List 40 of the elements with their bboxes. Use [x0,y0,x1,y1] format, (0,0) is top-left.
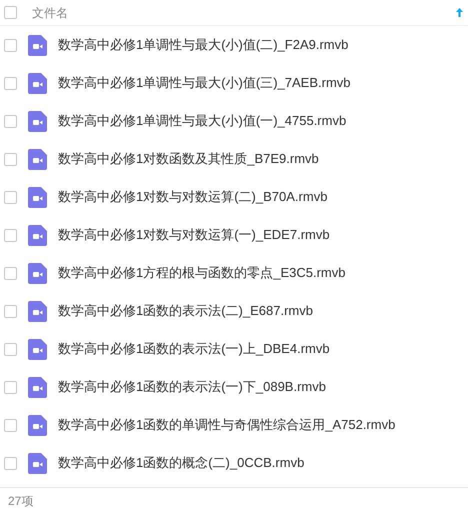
sort-up-arrow-icon[interactable] [456,8,463,17]
checkbox[interactable] [4,266,17,280]
checkbox[interactable] [4,456,17,470]
video-file-icon [28,186,47,208]
file-name[interactable]: 数学高中必修1函数的单调性与奇偶性综合运用_A752.rmvb [58,415,396,435]
file-name[interactable]: 数学高中必修1对数与对数运算(一)_EDE7.rmvb [58,225,330,245]
video-file-icon [28,148,47,170]
file-name[interactable]: 数学高中必修1方程的根与函数的零点_E3C5.rmvb [58,263,346,283]
checkbox[interactable] [4,190,17,204]
checkbox[interactable] [4,304,17,318]
file-name[interactable]: 数学高中必修1单调性与最大(小)值(三)_7AEB.rmvb [58,73,351,93]
checkbox[interactable] [4,342,17,356]
checkbox[interactable] [4,6,17,19]
file-name[interactable]: 数学高中必修1函数的表示法(一)上_DBE4.rmvb [58,339,330,359]
checkbox[interactable] [4,76,17,90]
file-name[interactable]: 数学高中必修1函数的表示法(一)下_089B.rmvb [58,377,326,397]
item-count: 27项 [8,493,34,510]
video-file-icon [28,338,47,360]
file-name[interactable]: 数学高中必修1单调性与最大(小)值(一)_4755.rmvb [58,111,346,131]
checkbox[interactable] [4,418,17,432]
video-file-icon [28,376,47,398]
file-name[interactable]: 数学高中必修1函数的表示法(二)_E687.rmvb [58,301,313,321]
video-file-icon [28,72,47,94]
checkbox[interactable] [4,228,17,242]
file-name[interactable]: 数学高中必修1对数函数及其性质_B7E9.rmvb [58,149,319,169]
video-file-icon [28,414,47,436]
video-file-icon [28,452,47,474]
video-file-icon [28,262,47,284]
video-file-icon [28,224,47,246]
file-name[interactable]: 数学高中必修1函数的概念(二)_0CCB.rmvb [58,453,304,473]
checkbox[interactable] [4,38,17,52]
checkbox[interactable] [4,380,17,394]
file-name[interactable]: 数学高中必修1单调性与最大(小)值(二)_F2A9.rmvb [58,35,348,55]
video-file-icon [28,110,47,132]
column-header[interactable]: 文件名 [32,4,68,22]
video-file-icon [28,34,47,56]
checkbox[interactable] [4,114,17,128]
video-file-icon [28,300,47,322]
file-name[interactable]: 数学高中必修1对数与对数运算(二)_B70A.rmvb [58,187,328,207]
checkbox[interactable] [4,152,17,166]
